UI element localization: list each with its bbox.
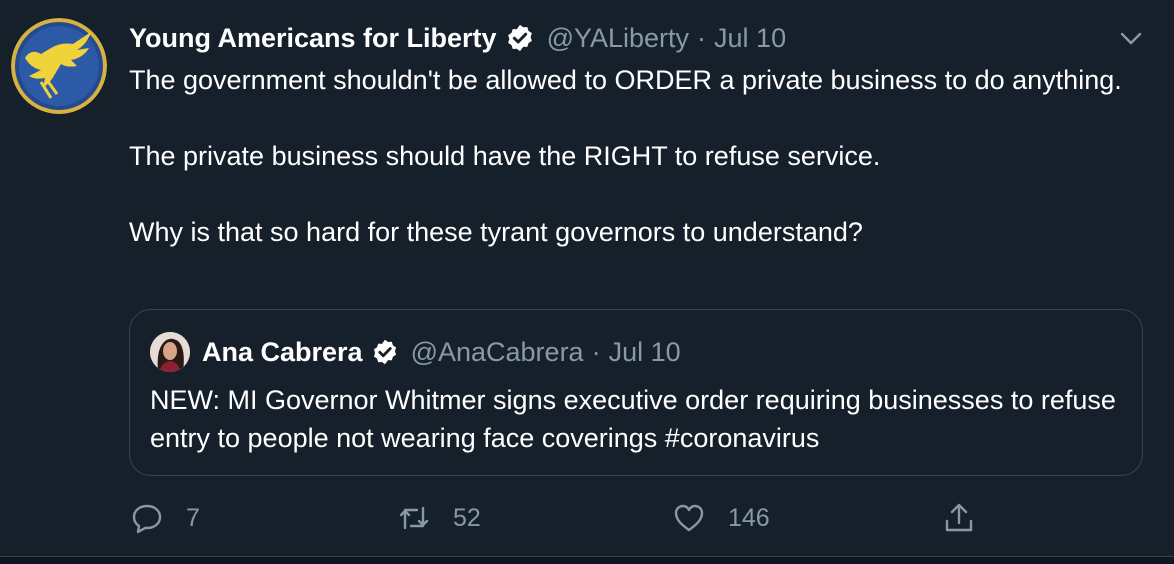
quoted-tweet-card[interactable]: Ana Cabrera @AnaCabrera · Jul 10 NEW: MI… (129, 309, 1143, 476)
reply-button[interactable]: 7 (130, 494, 200, 542)
tweet-divider (0, 556, 1174, 564)
retweet-button[interactable]: 52 (397, 494, 481, 542)
quoted-tweet-text: NEW: MI Governor Whitmer signs executive… (150, 385, 1116, 453)
chevron-down-icon[interactable] (1114, 24, 1148, 54)
author-handle[interactable]: @YALiberty (547, 23, 689, 54)
reply-count: 7 (186, 503, 200, 532)
separator-dot: · (697, 22, 707, 53)
profile-photo-icon (150, 332, 190, 372)
like-count: 146 (728, 503, 770, 532)
eagle-logo-icon (11, 18, 107, 114)
tweet-date[interactable]: Jul 10 (714, 23, 786, 54)
quoted-tweet-header: Ana Cabrera @AnaCabrera · Jul 10 (202, 334, 681, 370)
share-button[interactable] (942, 494, 976, 542)
quoted-author-display-name[interactable]: Ana Cabrera (202, 337, 363, 368)
share-icon (945, 503, 973, 532)
author-display-name[interactable]: Young Americans for Liberty (129, 23, 497, 54)
heart-icon (674, 504, 704, 532)
separator-dot: · (591, 336, 601, 367)
tweet-paragraph: The government shouldn't be allowed to O… (129, 65, 1122, 95)
quoted-author-avatar (150, 332, 190, 372)
quoted-author-handle: @AnaCabrera (410, 336, 584, 367)
retweet-icon (399, 506, 429, 530)
tweet-actions: 7 52 146 (0, 494, 1174, 542)
tweet-paragraph: Why is that so hard for these tyrant gov… (129, 217, 863, 247)
tweet[interactable]: Young Americans for Liberty @YALiberty ·… (0, 0, 1174, 556)
like-button[interactable]: 146 (672, 494, 770, 542)
author-avatar[interactable] (11, 18, 107, 114)
verified-badge-icon (507, 24, 532, 52)
tweet-header: Young Americans for Liberty @YALiberty ·… (129, 20, 786, 56)
tweet-text: The government shouldn't be allowed to O… (129, 61, 1149, 251)
verified-badge-icon (373, 339, 396, 365)
reply-icon (132, 504, 162, 534)
retweet-count: 52 (453, 503, 481, 532)
tweet-paragraph: The private business should have the RIG… (129, 141, 881, 171)
quoted-tweet-date: Jul 10 (608, 336, 681, 367)
